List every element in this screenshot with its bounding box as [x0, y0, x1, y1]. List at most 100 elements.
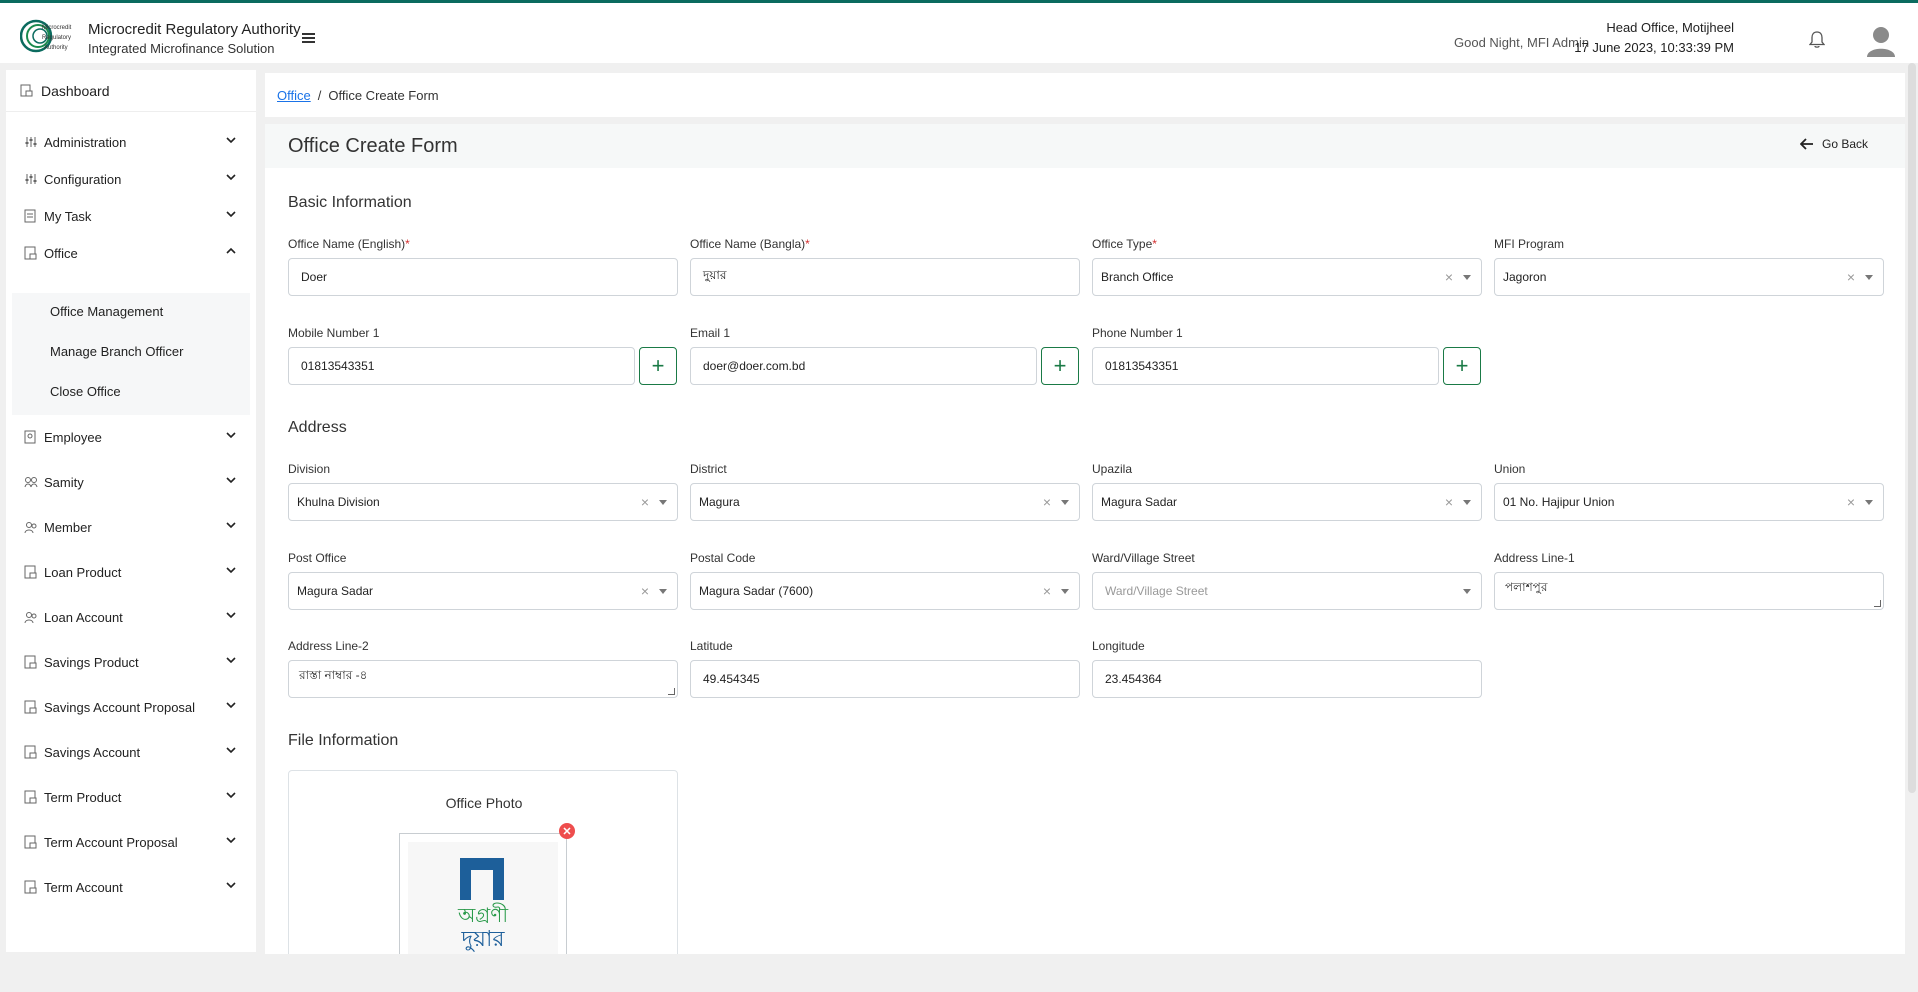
- chevron-down-icon: [226, 792, 236, 799]
- go-back-button[interactable]: Go Back: [1800, 137, 1868, 151]
- chevron-down-icon: [226, 702, 236, 709]
- breadcrumb: Office / Office Create Form: [265, 73, 1905, 117]
- office-type-label: Office Type*: [1092, 237, 1157, 251]
- app-header: Microcredit Regulatory Authority Microcr…: [0, 3, 1918, 63]
- sidebar-item-office[interactable]: Office: [6, 235, 256, 271]
- sidebar-item-label: Dashboard: [41, 82, 110, 99]
- current-office: Head Office, Motijheel: [1606, 20, 1734, 35]
- post-office-select[interactable]: Magura Sadar ×: [288, 572, 678, 610]
- submenu-manage-branch-officer[interactable]: Manage Branch Officer: [12, 333, 250, 369]
- form-title-bar: Office Create Form Go Back: [265, 124, 1905, 168]
- latitude-input[interactable]: 49.454345: [690, 660, 1080, 698]
- section-address: Address: [288, 419, 347, 436]
- resize-handle-icon[interactable]: [668, 688, 675, 695]
- longitude-input[interactable]: 23.454364: [1092, 660, 1482, 698]
- add-email-button[interactable]: +: [1041, 347, 1079, 385]
- sidebar-item-my-task[interactable]: My Task: [6, 198, 256, 234]
- division-select[interactable]: Khulna Division ×: [288, 483, 678, 521]
- upazila-select[interactable]: Magura Sadar ×: [1092, 483, 1482, 521]
- menu-toggle-icon[interactable]: [302, 33, 315, 43]
- user-greeting: Good Night, MFI Admin: [1454, 35, 1590, 50]
- sidebar-item-label: Savings Account Proposal: [44, 699, 196, 715]
- sidebar-item-administration[interactable]: Administration: [6, 124, 256, 160]
- mobile1-input[interactable]: 01813543351: [288, 347, 635, 385]
- dropdown-arrow-icon[interactable]: [659, 500, 667, 505]
- dropdown-arrow-icon[interactable]: [1865, 500, 1873, 505]
- user-avatar-icon[interactable]: [1866, 25, 1896, 57]
- dashboard-icon: [20, 84, 33, 97]
- union-select[interactable]: 01 No. Hajipur Union ×: [1494, 483, 1884, 521]
- mfi-program-select[interactable]: Jagoron ×: [1494, 258, 1884, 296]
- office-name-bn-input[interactable]: দুয়ার: [690, 258, 1080, 296]
- office-type-value: Branch Office: [1101, 270, 1174, 284]
- dropdown-arrow-icon[interactable]: [1463, 275, 1471, 280]
- org-subtitle: Integrated Microfinance Solution: [88, 41, 275, 56]
- district-select[interactable]: Magura ×: [690, 483, 1080, 521]
- samity-icon: [24, 475, 38, 489]
- clear-icon[interactable]: ×: [1847, 269, 1855, 285]
- sidebar-item-label: Term Account: [44, 879, 123, 895]
- union-value: 01 No. Hajipur Union: [1503, 495, 1615, 509]
- office-name-en-input[interactable]: Doer: [288, 258, 678, 296]
- address1-textarea[interactable]: পলাশপুর: [1494, 572, 1884, 610]
- postal-code-label: Postal Code: [690, 551, 756, 565]
- sidebar-item-savings-product[interactable]: Savings Product: [6, 644, 256, 680]
- resize-handle-icon[interactable]: [1874, 600, 1881, 607]
- add-phone-button[interactable]: +: [1443, 347, 1481, 385]
- sidebar-item-configuration[interactable]: Configuration: [6, 161, 256, 197]
- sidebar-item-loan-product[interactable]: Loan Product: [6, 554, 256, 590]
- ward-placeholder: Ward/Village Street: [1105, 584, 1208, 598]
- sidebar-item-employee[interactable]: Employee: [6, 419, 256, 455]
- dropdown-arrow-icon[interactable]: [1463, 500, 1471, 505]
- submenu-close-office[interactable]: Close Office: [12, 373, 250, 409]
- office-submenu: Office Management Manage Branch Officer …: [12, 293, 250, 415]
- clear-icon[interactable]: ×: [1445, 494, 1453, 510]
- clear-icon[interactable]: ×: [1445, 269, 1453, 285]
- dropdown-arrow-icon[interactable]: [1463, 589, 1471, 594]
- svg-text:Microcredit: Microcredit: [42, 25, 72, 31]
- product-icon: [24, 655, 38, 669]
- dropdown-arrow-icon[interactable]: [659, 589, 667, 594]
- remove-photo-icon[interactable]: ✕: [559, 823, 575, 839]
- clear-icon[interactable]: ×: [1847, 494, 1855, 510]
- org-title: Microcredit Regulatory Authority: [88, 21, 301, 38]
- clear-icon[interactable]: ×: [1043, 583, 1051, 599]
- clear-icon[interactable]: ×: [1043, 494, 1051, 510]
- notification-bell-icon[interactable]: [1809, 31, 1825, 49]
- email1-input[interactable]: doer@doer.com.bd: [690, 347, 1037, 385]
- sidebar-item-dashboard[interactable]: Dashboard: [6, 70, 256, 112]
- sidebar-item-term-account-proposal[interactable]: Term Account Proposal: [6, 824, 256, 860]
- breadcrumb-office-link[interactable]: Office: [277, 88, 311, 103]
- division-label: Division: [288, 462, 331, 476]
- clear-icon[interactable]: ×: [641, 583, 649, 599]
- clear-icon[interactable]: ×: [641, 494, 649, 510]
- dropdown-arrow-icon[interactable]: [1865, 275, 1873, 280]
- sidebar-item-savings-account-proposal[interactable]: Savings Account Proposal: [6, 689, 256, 725]
- postal-code-value: Magura Sadar (7600): [699, 584, 814, 598]
- sidebar-item-member[interactable]: Member: [6, 509, 256, 545]
- phone1-input[interactable]: 01813543351: [1092, 347, 1439, 385]
- sidebar-item-samity[interactable]: Samity: [6, 464, 256, 500]
- office-type-select[interactable]: Branch Office ×: [1092, 258, 1482, 296]
- product-icon: [24, 835, 38, 849]
- address1-value: পলাশপুর: [1505, 580, 1548, 594]
- account-icon: [24, 610, 38, 624]
- dropdown-arrow-icon[interactable]: [1061, 589, 1069, 594]
- sidebar-item-term-account[interactable]: Term Account: [6, 869, 256, 905]
- ward-select[interactable]: Ward/Village Street: [1092, 572, 1482, 610]
- doer-logo-image: অগ্রণী দুয়ার: [457, 858, 508, 952]
- sidebar-item-term-product[interactable]: Term Product: [6, 779, 256, 815]
- chevron-up-icon: [226, 247, 236, 254]
- chevron-down-icon: [226, 211, 236, 218]
- address2-textarea[interactable]: রাস্তা নাম্বার -৪: [288, 660, 678, 698]
- office-photo-preview[interactable]: অগ্রণী দুয়ার: [399, 833, 567, 954]
- sidebar-item-savings-account[interactable]: Savings Account: [6, 734, 256, 770]
- address1-label: Address Line-1: [1494, 551, 1575, 565]
- submenu-office-management[interactable]: Office Management: [12, 293, 250, 329]
- add-mobile-button[interactable]: +: [639, 347, 677, 385]
- dropdown-arrow-icon[interactable]: [1061, 500, 1069, 505]
- union-label: Union: [1494, 462, 1526, 476]
- page-scrollbar[interactable]: [1908, 63, 1916, 793]
- postal-code-select[interactable]: Magura Sadar (7600) ×: [690, 572, 1080, 610]
- sidebar-item-loan-account[interactable]: Loan Account: [6, 599, 256, 635]
